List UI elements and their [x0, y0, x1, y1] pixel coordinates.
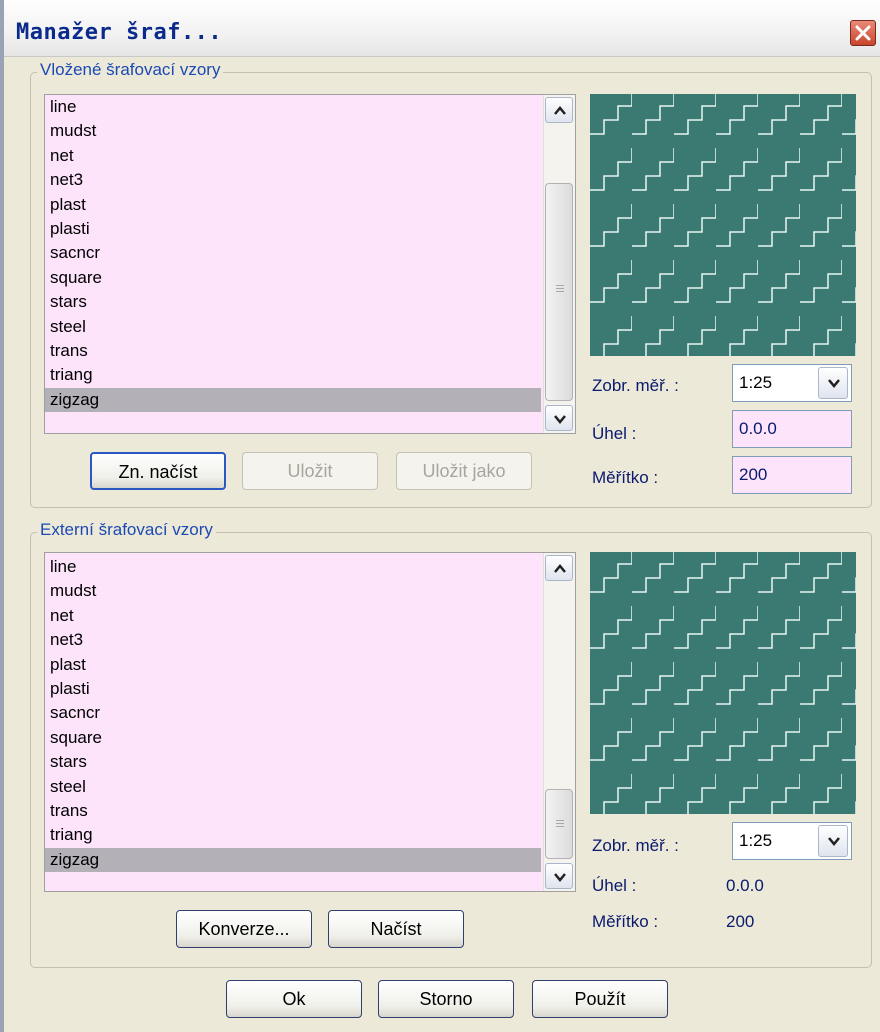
embedded-patterns-legend: Vložené šrafovací vzory — [37, 60, 224, 80]
embedded-pattern-list[interactable]: line mudst net net3 plast plasti sacncr square s… — [44, 94, 576, 434]
external-scale-label: Zobr. měř. : — [592, 836, 679, 855]
list-item[interactable]: line — [45, 555, 541, 579]
embedded-scale-label: Zobr. měř. : — [592, 376, 679, 395]
embedded-factor-input[interactable]: 200 — [732, 456, 852, 494]
list-item[interactable]: plasti — [45, 217, 541, 241]
list-item[interactable]: net — [45, 144, 541, 168]
embedded-load-button[interactable]: Zn. načíst — [90, 452, 226, 490]
list-item[interactable]: steel — [45, 775, 541, 799]
scroll-thumb[interactable] — [545, 789, 573, 859]
embedded-angle-input[interactable]: 0.0.0 — [732, 410, 852, 448]
embedded-pattern-preview — [590, 94, 856, 356]
list-item[interactable]: plast — [45, 193, 541, 217]
list-item[interactable]: plasti — [45, 677, 541, 701]
list-item[interactable]: triang — [45, 363, 541, 387]
embedded-save-as-button[interactable]: Uložit jako — [396, 452, 532, 490]
apply-button[interactable]: Použít — [532, 980, 668, 1018]
external-factor-label: Měřítko : — [592, 912, 659, 931]
title-bar[interactable]: Manažer šraf... — [4, 0, 880, 57]
dropdown-arrow-icon — [828, 379, 840, 388]
scroll-down-icon — [554, 873, 566, 882]
external-scale-dropdown-button[interactable] — [818, 825, 848, 857]
embedded-factor-label: Měřítko : — [592, 468, 659, 487]
list-item[interactable]: sacncr — [45, 701, 541, 725]
list-item[interactable]: line — [45, 95, 541, 119]
list-item[interactable]: net3 — [45, 628, 541, 652]
external-scale-value: 1:25 — [739, 831, 773, 850]
close-button[interactable] — [850, 20, 876, 46]
window-title: Manažer šraf... — [16, 20, 223, 45]
external-pattern-list[interactable]: line mudst net net3 plast plasti sacncr square s… — [44, 552, 576, 892]
scroll-up-button[interactable] — [545, 555, 573, 581]
external-factor-value: 200 — [726, 912, 755, 931]
external-patterns-legend: Externí šrafovací vzory — [37, 520, 216, 540]
list-item[interactable]: stars — [45, 290, 541, 314]
list-item[interactable]: square — [45, 266, 541, 290]
list-item[interactable]: mudst — [45, 119, 541, 143]
embedded-angle-value: 0.0.0 — [739, 419, 777, 438]
list-item[interactable]: trans — [45, 799, 541, 823]
scroll-down-icon — [554, 415, 566, 424]
list-item[interactable]: plast — [45, 653, 541, 677]
embedded-save-button[interactable]: Uložit — [242, 452, 378, 490]
dropdown-arrow-icon — [828, 837, 840, 846]
scroll-thumb[interactable] — [545, 183, 573, 401]
list-item[interactable]: steel — [45, 315, 541, 339]
embedded-scale-dropdown-button[interactable] — [818, 367, 848, 399]
scroll-down-button[interactable] — [545, 863, 573, 889]
embedded-list-scrollbar[interactable] — [543, 95, 575, 433]
close-icon — [855, 25, 871, 41]
external-load-button[interactable]: Načíst — [328, 910, 464, 948]
list-item[interactable]: triang — [45, 823, 541, 847]
list-item[interactable]: mudst — [45, 579, 541, 603]
list-item[interactable]: stars — [45, 750, 541, 774]
scroll-up-icon — [554, 564, 566, 573]
external-list-scrollbar[interactable] — [543, 553, 575, 891]
embedded-angle-label: Úhel : — [592, 424, 637, 443]
external-angle-label: Úhel : — [592, 876, 637, 895]
list-item[interactable]: sacncr — [45, 241, 541, 265]
list-item[interactable]: square — [45, 726, 541, 750]
list-item[interactable]: trans — [45, 339, 541, 363]
list-item[interactable]: net3 — [45, 168, 541, 192]
convert-button[interactable]: Konverze... — [176, 910, 312, 948]
cancel-button[interactable]: Storno — [378, 980, 514, 1018]
external-angle-value: 0.0.0 — [726, 876, 764, 895]
list-item[interactable]: zigzag — [45, 847, 541, 873]
scroll-up-icon — [554, 106, 566, 115]
scroll-up-button[interactable] — [545, 97, 573, 123]
embedded-scale-value: 1:25 — [739, 373, 773, 392]
list-item[interactable]: net — [45, 604, 541, 628]
ok-button[interactable]: Ok — [226, 980, 362, 1018]
embedded-factor-value: 200 — [739, 465, 768, 484]
hatch-manager-window: Manažer šraf... Vložené šrafovací vzory … — [0, 0, 880, 1032]
external-pattern-preview — [590, 552, 856, 814]
scroll-down-button[interactable] — [545, 405, 573, 431]
list-item[interactable]: zigzag — [45, 387, 541, 413]
